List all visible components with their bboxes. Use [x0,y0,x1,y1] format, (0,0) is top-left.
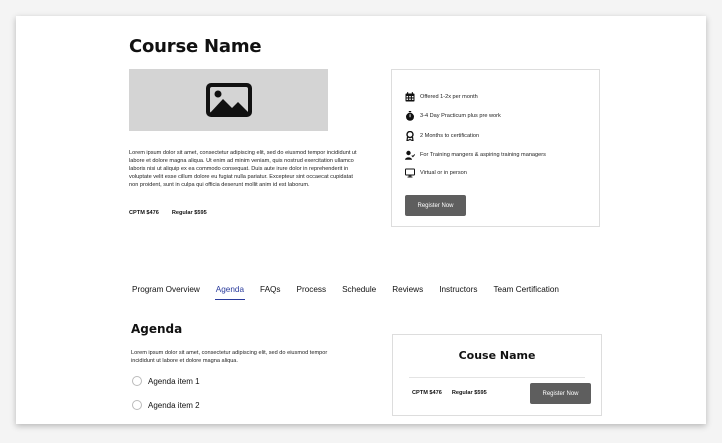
feature-item: 3-4 Day Practicum plus pre work [405,111,501,121]
tab-schedule[interactable]: Schedule [342,285,376,300]
user-check-icon [405,150,415,160]
course-summary-card: Couse Name CPTM $476 Regular $595 Regist… [392,334,602,416]
page: Course Name Lorem ipsum dolor sit amet, … [16,16,706,424]
feature-item: For Training mangers & aspiring training… [405,150,546,160]
course-prices: CPTM $476 Regular $595 [129,210,207,216]
tab-instructors[interactable]: Instructors [439,285,477,300]
price-cptm: CPTM $476 [129,210,159,216]
award-icon [406,131,414,141]
tab-program-overview[interactable]: Program Overview [132,285,200,300]
price-regular: Regular $595 [451,390,487,396]
stopwatch-icon [406,111,414,121]
price-regular: Regular $595 [171,210,207,216]
register-now-button[interactable]: Register Now [405,195,466,216]
tab-agenda[interactable]: Agenda [214,285,246,300]
hero-image-placeholder [129,69,328,131]
radio-button[interactable] [132,400,142,410]
price-cptm: CPTM $476 [412,390,442,396]
radio-button[interactable] [132,376,142,386]
register-now-button[interactable]: Register Now [530,383,591,404]
agenda-item[interactable]: Agenda item 2 [132,400,200,410]
tab-process[interactable]: Process [297,285,327,300]
divider [409,377,585,378]
course-card-prices: CPTM $476 Regular $595 [412,390,487,396]
feature-item: 2 Months to certification [405,131,479,141]
tab-reviews[interactable]: Reviews [392,285,423,300]
tab-bar: Program Overview Agenda FAQs Process Sch… [132,285,575,300]
agenda-description: Lorem ipsum dolor sit amet, consectetur … [131,350,328,364]
course-description: Lorem ipsum dolor sit amet, consectetur … [129,150,357,188]
feature-item: Offered 1-2x per month [405,92,478,102]
feature-item: Virtual or in person [405,168,467,178]
image-placeholder-icon [205,83,252,117]
page-title: Course Name [129,36,262,57]
course-info-card: Offered 1-2x per month 3-4 Day Practicum… [391,69,600,227]
calendar-icon [405,92,415,102]
course-card-title: Couse Name [458,349,536,362]
tab-team-certification[interactable]: Team Certification [493,285,559,300]
tab-faqs[interactable]: FAQs [260,285,280,300]
monitor-icon [405,168,415,178]
agenda-item[interactable]: Agenda item 1 [132,376,200,386]
agenda-heading: Agenda [131,322,183,336]
